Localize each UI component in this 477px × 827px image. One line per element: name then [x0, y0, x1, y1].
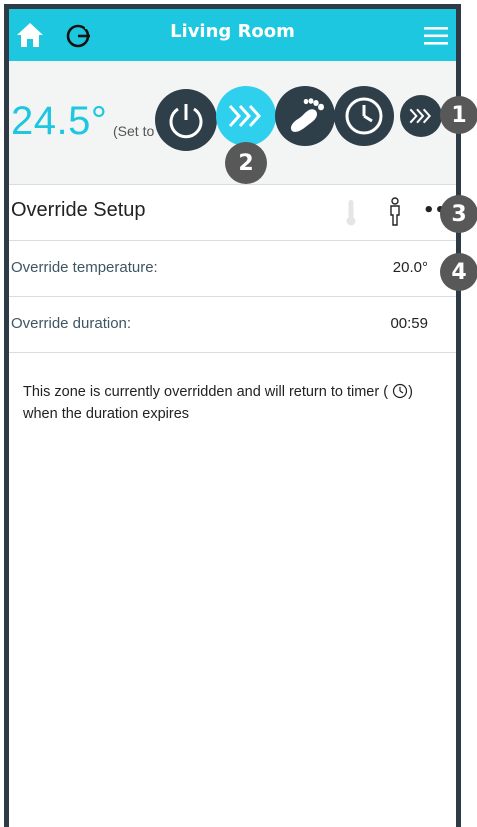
callout-badge-1: 1 [440, 96, 477, 134]
power-icon [169, 104, 203, 139]
phone-frame: Living Room 24.5° (Set to 1 2 Override S… [4, 4, 477, 827]
override-chevrons-icon [228, 104, 262, 128]
callout-badge-4: 4 [440, 253, 477, 291]
info-text-before: This zone is currently overridden and wi… [23, 384, 389, 400]
person-icon[interactable] [387, 197, 403, 227]
clock-icon [345, 97, 383, 135]
override-setup-header: Override Setup ••• [9, 185, 458, 241]
current-temperature: 24.5° [11, 99, 108, 143]
status-panel: 24.5° (Set to 1 2 [9, 61, 477, 185]
callout-badge-2: 2 [225, 142, 267, 184]
clock-icon [392, 383, 408, 399]
menu-icon[interactable] [423, 25, 449, 47]
override-chevrons-icon [409, 108, 432, 124]
mode-timer-button[interactable] [334, 86, 394, 146]
override-duration-label: Override duration: [11, 315, 132, 332]
callout-badge-3: 3 [440, 195, 477, 233]
override-temperature-value[interactable]: 20.0° [393, 259, 428, 276]
override-duration-row[interactable]: Override duration: 00:59 [9, 297, 456, 353]
mode-off-button[interactable] [155, 89, 217, 151]
top-bar: Living Room [9, 9, 456, 61]
override-duration-value[interactable]: 00:59 [390, 315, 428, 332]
mode-override-button[interactable] [216, 86, 276, 146]
mode-footprint-button[interactable] [275, 86, 335, 146]
page-title: Living Room [170, 21, 295, 42]
override-info-text: This zone is currently overridden and wi… [23, 381, 448, 425]
footprint-icon [290, 98, 324, 132]
mode-override-small-button[interactable] [400, 95, 442, 137]
set-to-label: (Set to [113, 123, 155, 139]
override-temperature-label: Override temperature: [11, 259, 158, 276]
override-temperature-row[interactable]: Override temperature: 20.0° [9, 241, 456, 297]
section-title: Override Setup [11, 199, 146, 221]
thermometer-icon[interactable] [345, 199, 357, 227]
